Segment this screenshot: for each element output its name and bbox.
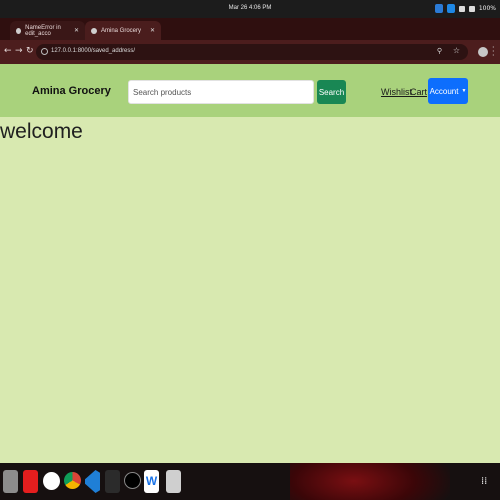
url-text[interactable]: 127.0.0.1:8000/saved_address/ <box>51 48 135 54</box>
account-label: Account <box>429 86 459 96</box>
clock-date[interactable]: Mar 26 4:06 PM <box>0 5 500 11</box>
welcome-heading: welcome <box>0 120 83 143</box>
app-grid-icon[interactable]: ⁞⁞ <box>481 476 493 488</box>
profile-avatar-icon[interactable] <box>478 47 488 57</box>
tab-favicon-icon <box>91 27 97 34</box>
os-top-bar: Mar 26 4:06 PM 100% <box>0 0 500 18</box>
reload-icon[interactable]: ↻ <box>26 46 34 56</box>
address-bar[interactable]: 127.0.0.1:8000/saved_address/ ⚲ ☆ <box>36 44 468 60</box>
wishlist-link[interactable]: Wishlist <box>381 87 412 97</box>
site-navbar: Amina Grocery Search Wishlist Cart Accou… <box>0 64 500 117</box>
wifi-icon[interactable] <box>458 5 465 12</box>
files-icon[interactable] <box>3 470 18 493</box>
forward-arrow-icon[interactable]: → <box>15 46 23 56</box>
tab-title: Amina Grocery <box>101 27 142 34</box>
system-tray[interactable]: 100% <box>434 4 496 13</box>
tab-favicon-icon <box>16 27 22 34</box>
w-app-icon[interactable]: W <box>144 470 159 493</box>
trash-icon[interactable] <box>166 470 181 493</box>
tray-app2-icon[interactable] <box>446 4 455 13</box>
youtube-icon[interactable] <box>23 470 38 493</box>
browser-menu-icon[interactable]: · · · <box>492 44 495 60</box>
tab-amina-grocery[interactable]: Amina Grocery ✕ <box>85 21 161 40</box>
browser-tab-strip: ⌄ NameError in edit_acco ✕ Amina Grocery… <box>0 18 500 50</box>
close-tab-icon[interactable]: ✕ <box>74 27 79 34</box>
cart-link[interactable]: Cart <box>410 87 427 97</box>
chrome-icon[interactable] <box>64 472 81 489</box>
tab-title: NameError in edit_acco <box>25 24 61 37</box>
back-arrow-icon[interactable]: ← <box>4 46 12 56</box>
caret-down-icon: ▼ <box>461 88 467 94</box>
cs-icon[interactable] <box>124 472 141 489</box>
os-taskbar: W ⁞⁞ <box>0 463 500 500</box>
wallpaper-decoration <box>290 463 450 500</box>
search-button[interactable]: Search <box>317 80 346 104</box>
tab-nameerror[interactable]: NameError in edit_acco ✕ <box>10 21 85 40</box>
tray-app-icon[interactable] <box>434 4 443 13</box>
site-info-icon[interactable] <box>41 48 48 55</box>
zoom-icon[interactable]: ⚲ <box>437 47 442 55</box>
browser-toolbar: ← → ↻ 127.0.0.1:8000/saved_address/ ⚲ ☆ <box>0 40 500 64</box>
volume-icon[interactable] <box>468 5 475 12</box>
account-dropdown-button[interactable]: Account ▼ <box>428 78 468 104</box>
close-tab-icon[interactable]: ✕ <box>150 27 155 34</box>
bookmark-star-icon[interactable]: ☆ <box>453 46 460 55</box>
search-input[interactable] <box>128 80 314 104</box>
brand-logo-text[interactable]: Amina Grocery <box>32 85 111 97</box>
whatsapp-icon[interactable] <box>43 472 60 490</box>
vscode-icon[interactable] <box>85 470 100 493</box>
battery-indicator[interactable]: 100% <box>479 5 496 12</box>
terminal-icon[interactable] <box>105 470 120 493</box>
